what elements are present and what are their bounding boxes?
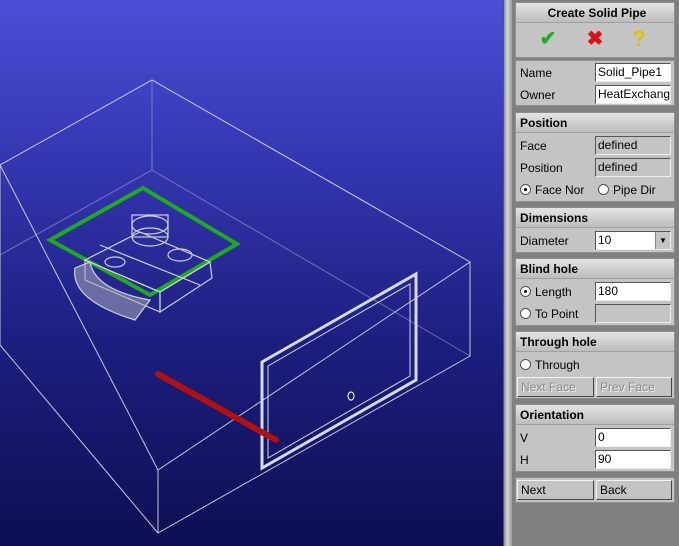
radio-selected-icon (520, 286, 531, 297)
length-radio[interactable]: Length (520, 285, 572, 299)
create-solid-pipe-panel: Create Solid Pipe ✔ ✖ ? Name Solid_Pipe1… (512, 0, 679, 546)
dialog-title: Create Solid Pipe (516, 3, 674, 23)
3d-viewport[interactable] (0, 0, 503, 546)
model-wireframe (0, 79, 471, 534)
owner-field[interactable]: HeatExchange (595, 85, 671, 104)
radio-empty-icon (520, 359, 531, 370)
position-field: defined (595, 158, 671, 177)
diameter-combo[interactable]: 10 ▼ (595, 231, 671, 250)
cross-icon[interactable]: ✖ (580, 25, 610, 53)
panel-splitter[interactable] (503, 0, 512, 546)
blind-hole-group: Blind hole Length 180 To Point (515, 258, 675, 326)
face-normal-radio[interactable]: Face Nor (520, 183, 584, 197)
face-label: Face (520, 139, 547, 153)
dialog-header: Create Solid Pipe ✔ ✖ ? (515, 2, 675, 58)
radio-selected-icon (520, 184, 531, 195)
length-field[interactable]: 180 (595, 282, 671, 301)
box-top-face (0, 79, 471, 471)
radio-empty-icon (598, 184, 609, 195)
pipe-dir-radio[interactable]: Pipe Dir (598, 183, 656, 197)
orientation-group: Orientation V 0 H 90 (515, 404, 675, 472)
general-group: Name Solid_Pipe1 Owner HeatExchange (515, 60, 675, 106)
prev-face-button: Prev Face (596, 377, 672, 397)
to-point-radio[interactable]: To Point (520, 307, 578, 321)
back-button[interactable]: Back (596, 480, 672, 500)
radio-empty-icon (520, 308, 531, 319)
position-group: Position Face defined Position defined F… (515, 112, 675, 202)
owner-label: Owner (520, 88, 556, 102)
v-field[interactable]: 0 (595, 428, 671, 447)
next-button[interactable]: Next (517, 480, 594, 500)
pocket-outline (260, 271, 418, 471)
dimensions-group: Dimensions Diameter 10 ▼ (515, 207, 675, 253)
dimensions-title: Dimensions (516, 208, 674, 228)
footer-group: Next Back (515, 477, 675, 503)
h-label: H (520, 453, 529, 467)
diameter-label: Diameter (520, 234, 569, 248)
v-label: V (520, 431, 529, 445)
h-field[interactable]: 90 (595, 450, 671, 469)
position-label: Position (520, 161, 563, 175)
diameter-value: 10 (598, 233, 612, 247)
through-radio[interactable]: Through (520, 358, 580, 372)
through-hole-group: Through hole Through Next Face Prev Face (515, 331, 675, 399)
face-field: defined (595, 136, 671, 155)
orientation-title: Orientation (516, 405, 674, 425)
name-field[interactable]: Solid_Pipe1 (595, 63, 671, 82)
pipe-origin-marker (347, 391, 355, 401)
to-point-field (595, 304, 671, 323)
chevron-down-icon[interactable]: ▼ (655, 232, 670, 249)
position-title: Position (516, 113, 674, 133)
next-face-button: Next Face (517, 377, 594, 397)
name-label: Name (520, 66, 553, 80)
question-icon[interactable]: ? (624, 25, 654, 53)
check-icon[interactable]: ✔ (533, 25, 563, 53)
assembly-part (74, 214, 213, 321)
through-hole-title: Through hole (516, 332, 674, 352)
blind-hole-title: Blind hole (516, 259, 674, 279)
